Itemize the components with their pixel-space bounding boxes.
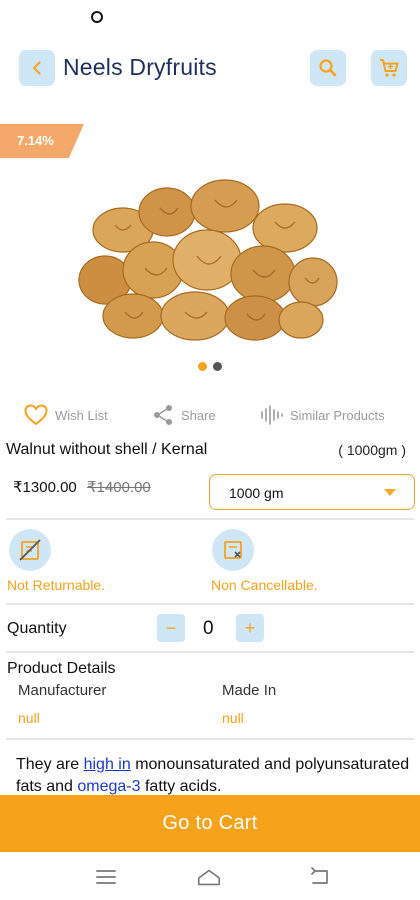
not-returnable-label: Not Returnable. [7, 577, 106, 593]
back-button[interactable] [19, 50, 55, 86]
divider [6, 651, 414, 653]
waveform-icon [261, 405, 283, 425]
status-indicator [91, 11, 103, 23]
go-to-cart-button[interactable]: Go to Cart [0, 795, 420, 852]
page-title: Neels Dryfruits [63, 54, 217, 80]
description-text: fatty acids. [140, 778, 222, 795]
divider [6, 603, 414, 605]
made-in-value: null [222, 710, 244, 726]
back-arrow-icon [311, 867, 328, 884]
divider [6, 518, 414, 520]
description-text: They are [16, 756, 84, 773]
wishlist-label: Wish List [55, 407, 108, 423]
divider [6, 738, 414, 740]
selling-price: ₹1300.00 [13, 479, 77, 496]
home-button[interactable] [196, 866, 222, 888]
image-carousel-indicator [198, 362, 222, 371]
similar-products-label: Similar Products [290, 407, 385, 423]
product-details-title: Product Details [7, 660, 116, 677]
manufacturer-label: Manufacturer [18, 682, 107, 699]
product-image[interactable] [75, 170, 345, 350]
walnut-kernels [78, 179, 338, 341]
description-link-high-in[interactable]: high in [84, 756, 131, 773]
quantity-label: Quantity [7, 620, 67, 637]
home-icon [197, 869, 221, 886]
chevron-left-icon [33, 61, 41, 75]
search-button[interactable] [310, 50, 346, 86]
wishlist-button[interactable]: Wish List [24, 404, 108, 426]
quantity-increase-button[interactable]: + [236, 614, 264, 642]
quantity-decrease-button[interactable]: − [157, 614, 185, 642]
share-label: Share [181, 407, 216, 423]
original-price: ₹1400.00 [87, 479, 151, 496]
system-nav-bar [0, 852, 420, 900]
description-link-omega-3[interactable]: omega-3 [77, 778, 140, 795]
system-back-button[interactable] [307, 866, 333, 888]
non-cancellable-label: Non Cancellable. [211, 577, 318, 593]
product-weight: ( 1000gm ) [338, 442, 406, 458]
similar-products-button[interactable]: Similar Products [259, 404, 385, 426]
product-actions: Wish List Share Similar Products [0, 404, 420, 432]
not-returnable-icon [9, 529, 51, 571]
variant-dropdown[interactable]: 1000 gm [209, 474, 415, 510]
discount-badge: 7.14% [0, 124, 84, 158]
heart-icon [24, 404, 48, 426]
quantity-value: 0 [203, 618, 214, 639]
search-icon [319, 59, 337, 77]
variant-selected-value: 1000 gm [229, 485, 284, 501]
cart-button[interactable] [371, 50, 407, 86]
recent-apps-button[interactable] [93, 866, 119, 888]
product-name: Walnut without shell / Kernal [6, 441, 208, 458]
carousel-dot[interactable] [213, 362, 222, 371]
menu-icon [96, 870, 116, 884]
manufacturer-value: null [18, 710, 40, 726]
share-button[interactable]: Share [152, 404, 216, 426]
made-in-label: Made In [222, 682, 277, 699]
product-description: They are high in monounsaturated and pol… [16, 754, 412, 798]
share-icon [154, 405, 172, 425]
app-header: Neels Dryfruits [0, 48, 420, 90]
carousel-dot-active[interactable] [198, 362, 207, 371]
chevron-down-icon [384, 489, 396, 496]
cart-icon [380, 59, 399, 77]
non-cancellable-icon [212, 529, 254, 571]
